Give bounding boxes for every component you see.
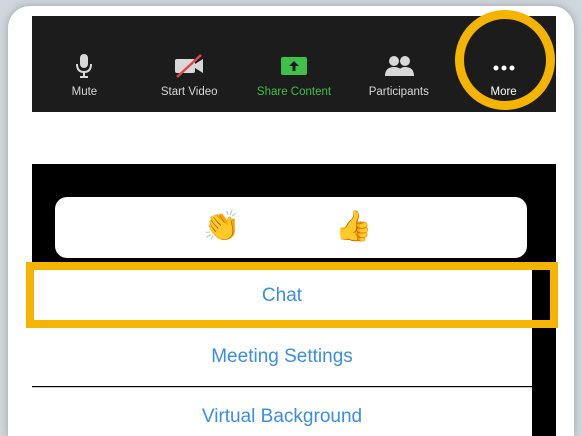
share-screen-icon: [280, 57, 307, 75]
more-label: More: [490, 86, 517, 98]
participants-label: Participants: [368, 86, 429, 98]
share-content-label: Share Content: [256, 86, 332, 98]
clap-reaction-button[interactable]: 👏: [203, 209, 240, 245]
mute-label: Mute: [71, 86, 98, 98]
virtual-background-label: Virtual Background: [201, 406, 363, 427]
video-off-icon: [175, 54, 204, 78]
participants-button[interactable]: Participants: [346, 52, 451, 112]
reactions-bar: 👏 👍: [55, 197, 527, 258]
start-video-button[interactable]: Start Video: [137, 52, 242, 112]
meeting-settings-menu-item[interactable]: Meeting Settings: [32, 328, 532, 386]
chat-label: Chat: [261, 284, 303, 306]
mute-button[interactable]: Mute: [32, 52, 137, 112]
thumbs-up-reaction-button[interactable]: 👍: [335, 209, 372, 245]
share-content-button[interactable]: Share Content: [242, 52, 347, 112]
more-dots-icon: [493, 65, 515, 71]
screenshot-card: Mute Start Video Share Content Participa…: [8, 6, 574, 436]
meeting-toolbar: Mute Start Video Share Content Participa…: [32, 16, 556, 112]
participants-icon: [384, 56, 414, 76]
microphone-icon: [76, 54, 93, 78]
meeting-settings-label: Meeting Settings: [211, 346, 353, 367]
virtual-background-menu-item[interactable]: Virtual Background: [32, 388, 532, 436]
chat-menu-item[interactable]: Chat: [32, 264, 532, 327]
more-button[interactable]: More: [451, 52, 556, 112]
start-video-label: Start Video: [160, 86, 218, 98]
